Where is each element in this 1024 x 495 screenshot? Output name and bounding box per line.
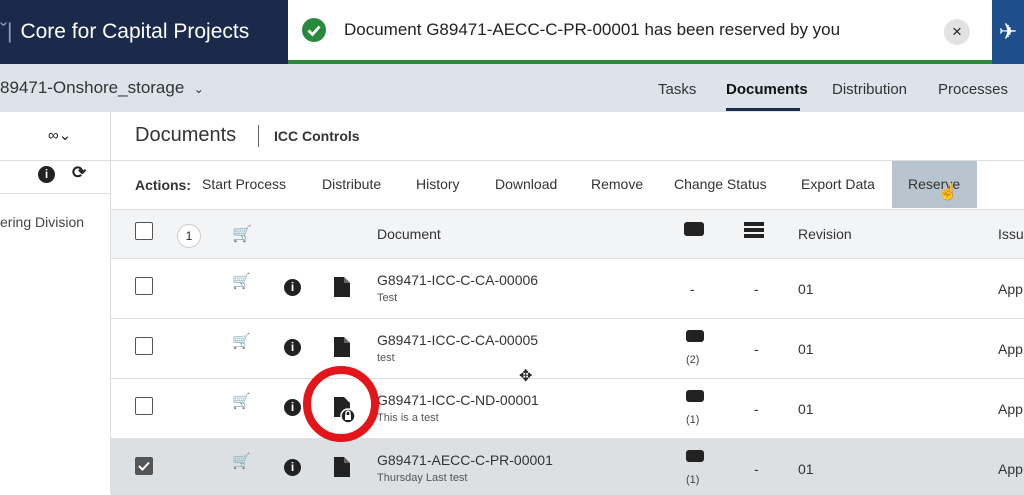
document-file-icon[interactable]	[334, 337, 350, 362]
title-divider	[258, 125, 259, 147]
select-all-checkbox[interactable]	[135, 222, 153, 240]
app-title-text: Core for Capital Projects	[20, 20, 250, 43]
download-button[interactable]: Download	[495, 176, 557, 192]
selected-count-badge: 1	[177, 224, 201, 248]
info-icon[interactable]: i	[284, 399, 301, 416]
page-subtitle: ICC Controls	[274, 128, 360, 144]
project-selector[interactable]: 89471-Onshore_storage ⌄	[0, 64, 204, 113]
project-bar: 89471-Onshore_storage ⌄ Tasks Documents …	[0, 64, 1024, 112]
chevron-down-icon: ⌄	[193, 82, 204, 96]
project-name: 89471-Onshore_storage	[0, 78, 185, 97]
distribution-value: -	[754, 461, 759, 477]
document-number[interactable]: G89471-AECC-C-PR-00001	[377, 452, 553, 468]
info-icon[interactable]: i	[284, 279, 301, 296]
issue-value: App	[998, 401, 1023, 417]
left-panel-toolbar: ∞⌄	[0, 112, 110, 161]
actions-label: Actions:	[135, 177, 191, 193]
comments-value: -	[690, 281, 695, 297]
success-toast: Document G89471-AECC-C-PR-00001 has been…	[288, 0, 992, 64]
document-description: Test	[377, 292, 398, 304]
tab-processes[interactable]: Processes	[938, 64, 1008, 116]
comment-icon[interactable]	[686, 390, 704, 402]
cart-icon: 🛒	[232, 226, 252, 243]
close-icon[interactable]: ×	[944, 19, 970, 45]
left-panel-actions: i ⟳	[0, 161, 110, 194]
tab-distribution[interactable]: Distribution	[832, 64, 907, 116]
info-icon[interactable]: i	[284, 459, 301, 476]
distribution-value: -	[754, 341, 759, 357]
document-number[interactable]: G89471-ICC-C-CA-00006	[377, 272, 538, 288]
check-circle-icon	[302, 18, 326, 42]
start-process-button[interactable]: Start Process	[202, 176, 286, 192]
comment-count: (1)	[686, 414, 700, 426]
binoculars-icon[interactable]: ∞⌄	[48, 126, 71, 144]
revision-value: 01	[798, 341, 814, 357]
history-button[interactable]: History	[416, 176, 460, 192]
document-description: This is a test	[377, 412, 439, 424]
comment-count: (2)	[686, 354, 700, 366]
document-file-icon[interactable]	[334, 277, 350, 302]
issue-value: App	[998, 341, 1023, 357]
remove-button[interactable]: Remove	[591, 176, 643, 192]
tree-item-division[interactable]: ering Division	[0, 214, 84, 230]
info-icon[interactable]: i	[284, 339, 301, 356]
active-tab-indicator	[726, 108, 800, 111]
tab-tasks[interactable]: Tasks	[658, 64, 696, 116]
app-title: ˇ| Core for Capital Projects	[0, 20, 250, 43]
comment-icon[interactable]	[686, 330, 704, 342]
distribution-value: -	[754, 401, 759, 417]
issue-value: App	[998, 281, 1023, 297]
document-description: test	[377, 352, 395, 364]
column-header-document[interactable]: Document	[377, 226, 441, 242]
move-cursor-icon: ✥	[519, 368, 533, 385]
hand-cursor-icon: ☝	[938, 184, 958, 201]
distribute-button[interactable]: Distribute	[322, 176, 381, 192]
document-description: Thursday Last test	[377, 472, 468, 484]
change-status-button[interactable]: Change Status	[674, 176, 767, 192]
add-to-cart-icon[interactable]: 🛒	[232, 272, 251, 290]
divider	[111, 160, 1024, 161]
add-to-cart-icon[interactable]: 🛒	[232, 332, 251, 350]
highlight-circle-annotation	[303, 366, 379, 442]
row-checkbox-checked[interactable]	[135, 457, 153, 475]
refresh-icon[interactable]: ⟳	[72, 163, 86, 183]
document-file-icon[interactable]	[334, 457, 350, 482]
toast-message: Document G89471-AECC-C-PR-00001 has been…	[344, 20, 841, 39]
row-checkbox[interactable]	[135, 277, 153, 295]
add-to-cart-icon[interactable]: 🛒	[232, 392, 251, 410]
distribution-value: -	[754, 281, 759, 297]
revision-value: 01	[798, 461, 814, 477]
info-icon[interactable]: i	[38, 166, 55, 183]
revision-value: 01	[798, 281, 814, 297]
revision-value: 01	[798, 401, 814, 417]
add-to-cart-icon[interactable]: 🛒	[232, 452, 251, 470]
comments-header-icon	[684, 222, 704, 236]
row-checkbox[interactable]	[135, 397, 153, 415]
column-header-issue[interactable]: Issu	[998, 226, 1024, 242]
left-panel: ∞⌄ i ⟳ ering Division	[0, 112, 111, 494]
comment-icon[interactable]	[686, 450, 704, 462]
export-data-button[interactable]: Export Data	[801, 176, 875, 192]
page-title: Documents	[135, 124, 237, 146]
row-checkbox[interactable]	[135, 337, 153, 355]
issue-value: App	[998, 461, 1023, 477]
document-number[interactable]: G89471-ICC-C-ND-00001	[377, 392, 539, 408]
document-number[interactable]: G89471-ICC-C-CA-00005	[377, 332, 538, 348]
distribution-header-icon	[744, 222, 764, 243]
pin-icon[interactable]: ✈	[992, 0, 1024, 64]
comment-count: (1)	[686, 474, 700, 486]
column-header-revision[interactable]: Revision	[798, 226, 852, 242]
